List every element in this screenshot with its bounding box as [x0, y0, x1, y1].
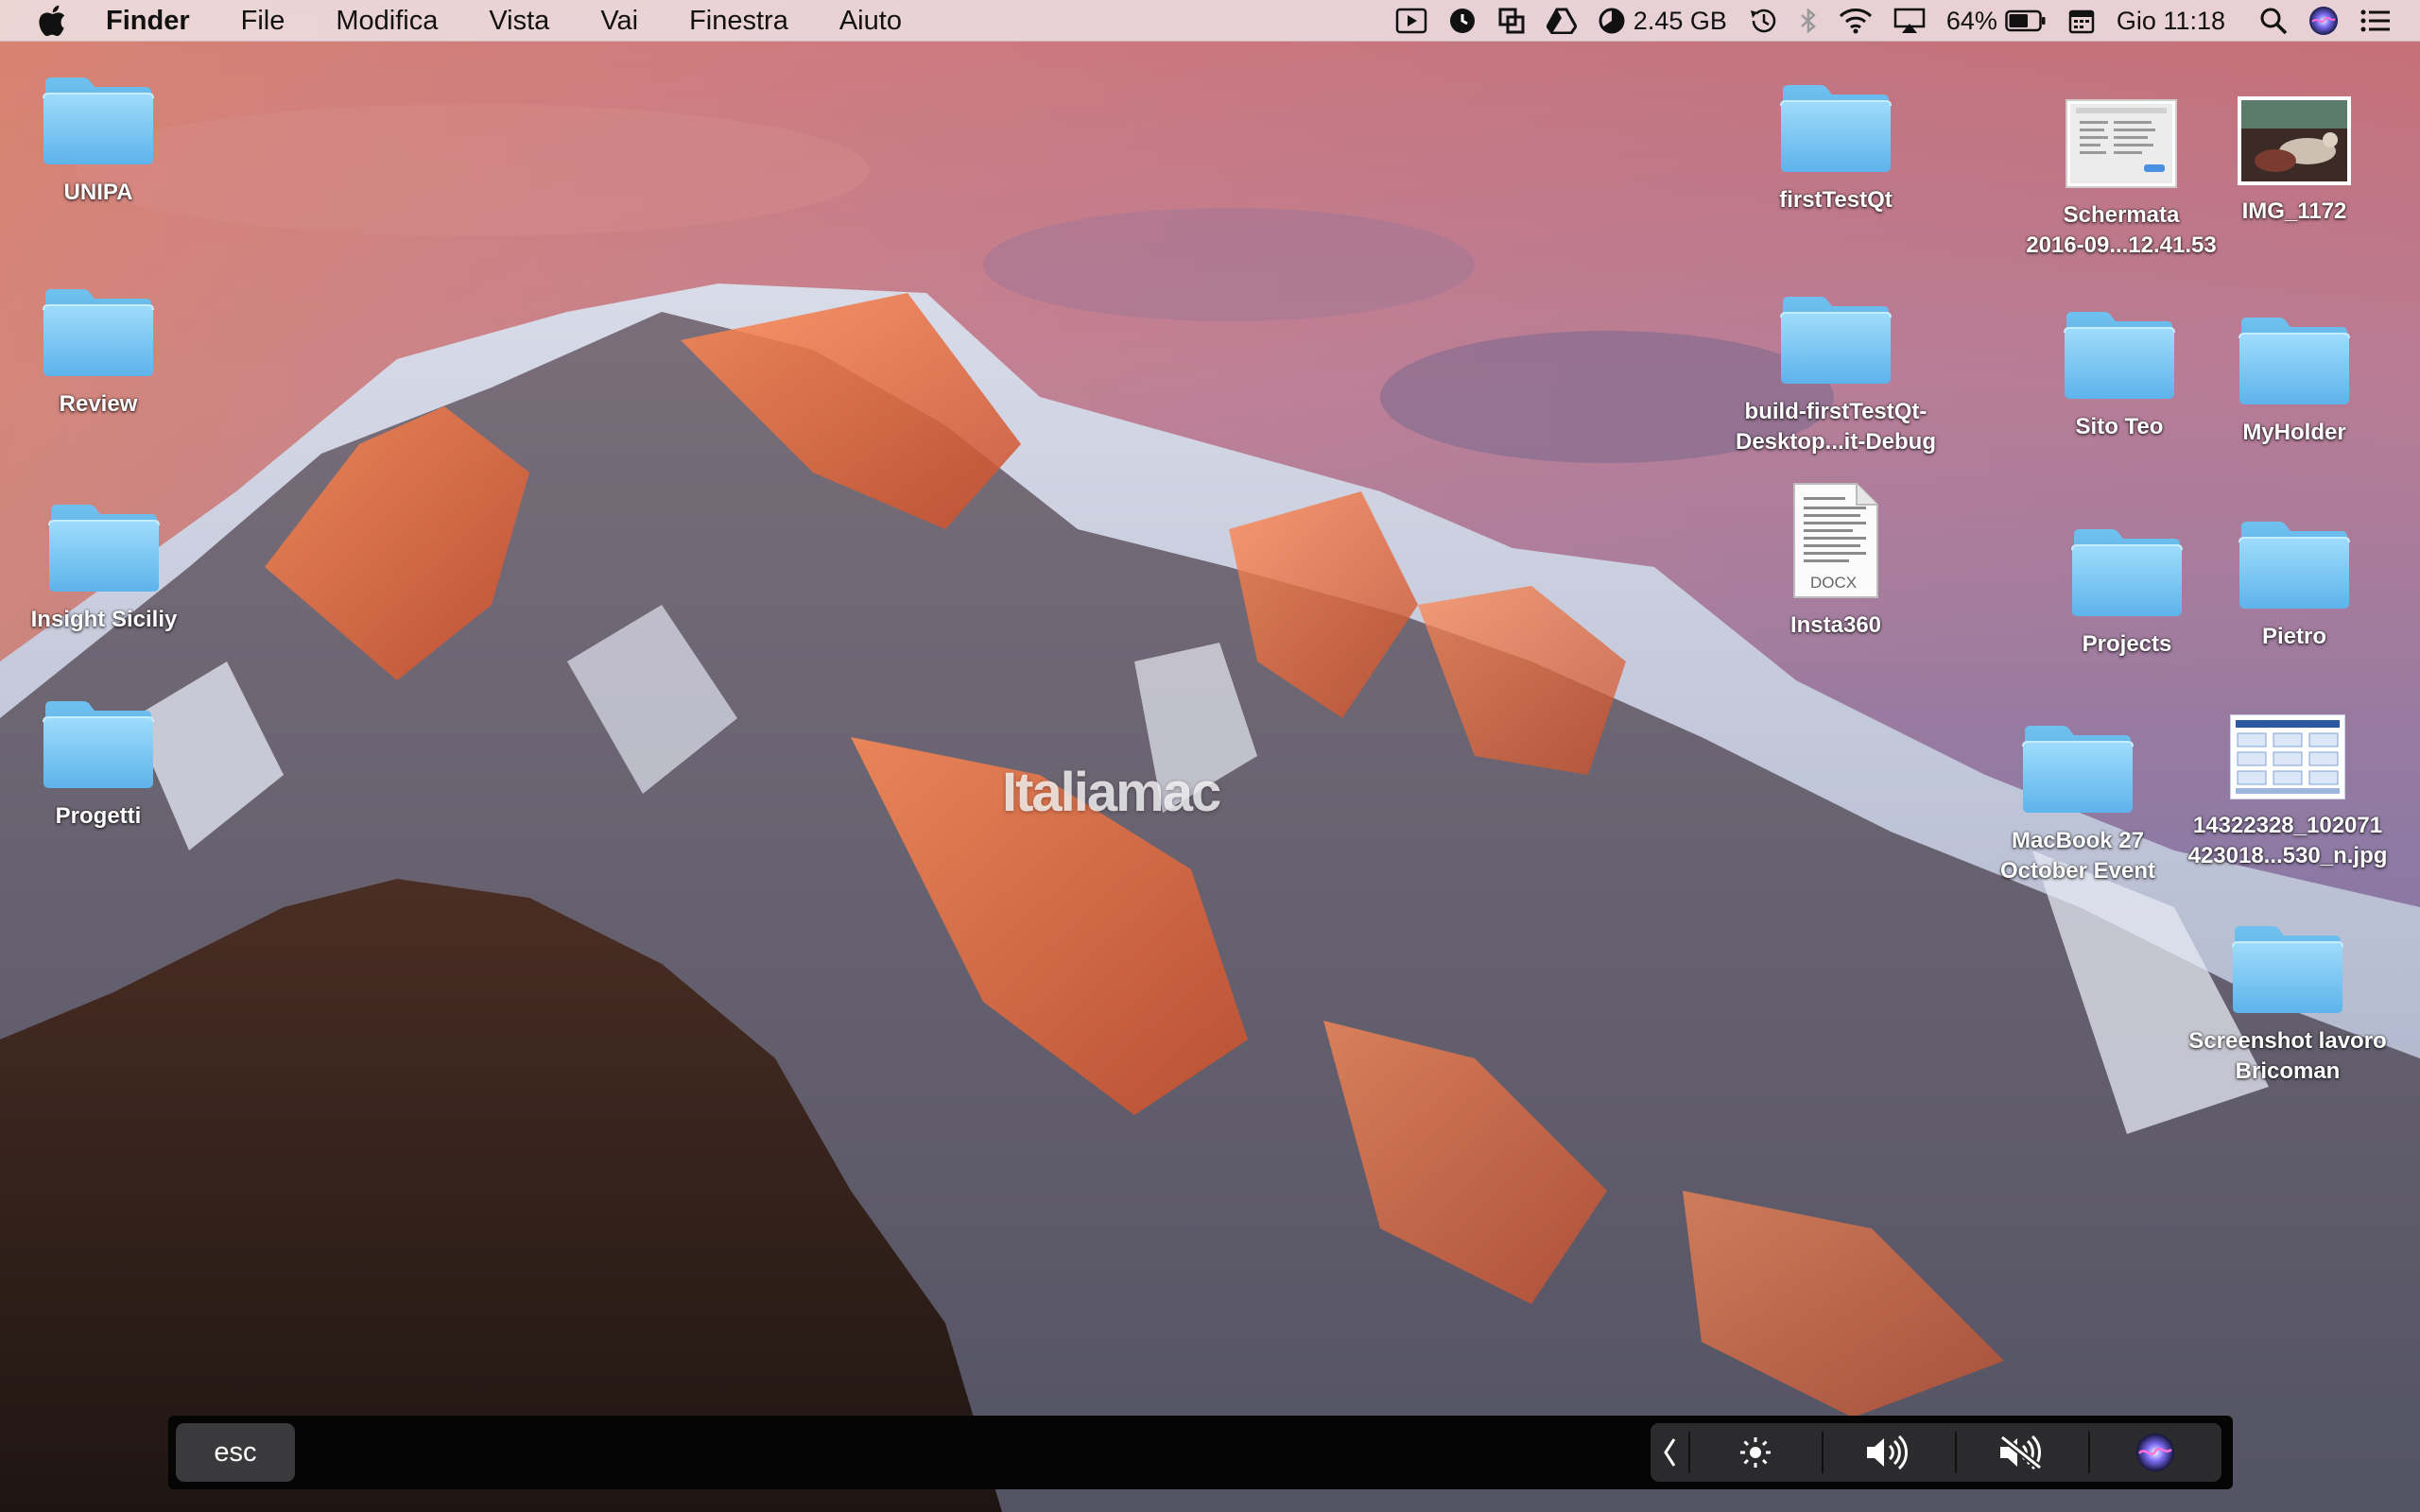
desktop-item-label: Insight Siciliy	[30, 607, 178, 632]
folder-icon	[2232, 925, 2343, 1014]
folder-icon	[48, 504, 160, 593]
desktop-item-label: Insta360	[1789, 612, 1882, 638]
folder-icon	[43, 77, 154, 165]
menu-file[interactable]: File	[216, 0, 311, 42]
desktop-item-label: Pietro	[2261, 624, 2326, 649]
menu-bar-status-area: 2.45 GB 64% Gio 11:18	[1395, 0, 2392, 42]
desktop-file-14322328-jpg[interactable]: 14322328_102071 423018...530_n.jpg	[2184, 699, 2392, 871]
memory-monitor-icon[interactable]: 2.45 GB	[1598, 0, 1727, 42]
video-play-icon[interactable]	[1395, 0, 1427, 42]
desktop-file-img-1172[interactable]: IMG_1172	[2190, 94, 2398, 227]
photo-thumbnail-icon	[2238, 96, 2351, 185]
desktop-folder-screenshot-lavoro-bricoman[interactable]: Screenshot lavoro Bricoman	[2184, 911, 2392, 1087]
folder-icon	[2238, 521, 2350, 610]
folder-icon	[43, 288, 154, 377]
desktop-folder-insight-siciliy[interactable]: Insight Siciliy	[0, 490, 208, 635]
mute-icon[interactable]	[1957, 1423, 2088, 1482]
time-machine-icon[interactable]	[1748, 0, 1778, 42]
wifi-icon[interactable]	[1839, 0, 1873, 42]
volume-icon[interactable]	[1824, 1423, 1955, 1482]
desktop-item-label: firstTestQt	[1779, 187, 1893, 213]
siri-icon[interactable]	[2090, 1423, 2221, 1482]
notification-center-icon[interactable]	[2360, 0, 2392, 42]
esc-key[interactable]: esc	[176, 1423, 295, 1482]
menu-aiuto[interactable]: Aiuto	[814, 0, 927, 42]
folder-icon	[2022, 725, 2134, 814]
folder-icon	[1780, 296, 1892, 385]
label-line-2: Desktop...it-Debug	[1735, 429, 1936, 455]
desktop-item-label: Review	[59, 391, 138, 417]
label-line-1: 14322328_102071	[2192, 813, 2383, 838]
brightness-icon[interactable]	[1690, 1423, 1822, 1482]
menu-vista[interactable]: Vista	[463, 0, 575, 42]
desktop-item-label: build-firstTestQt- Desktop...it-Debug	[1736, 397, 1936, 457]
desktop-item-label: MyHolder	[2242, 420, 2346, 445]
bluetooth-icon[interactable]	[1799, 0, 1818, 42]
desktop-item-label: IMG_1172	[2241, 198, 2347, 224]
menu-finestra[interactable]: Finestra	[664, 0, 814, 42]
desktop-item-label: Progetti	[55, 803, 142, 829]
desktop-item-label: 14322328_102071 423018...530_n.jpg	[2188, 811, 2388, 871]
folder-icon	[43, 700, 154, 789]
battery-indicator[interactable]: 64%	[1946, 0, 2047, 42]
apple-menu-icon[interactable]	[38, 5, 70, 37]
battery-icon	[2005, 9, 2046, 32]
desktop-folder-macbook-27-october-event[interactable]: MacBook 27 October Event	[1974, 711, 2182, 886]
label-line-2: Bricoman	[2235, 1058, 2341, 1084]
label-line-2: October Event	[1999, 858, 2156, 884]
google-drive-icon[interactable]	[1546, 0, 1577, 42]
desktop-item-label: Screenshot lavoro Bricoman	[2188, 1026, 2386, 1087]
label-line-1: MacBook 27	[2011, 828, 2145, 853]
label-line-1: Schermata	[2063, 202, 2180, 228]
desktop-item-label: MacBook 27 October Event	[2000, 826, 2155, 886]
clock-label[interactable]: Gio 11:18	[2117, 0, 2225, 42]
image-thumbnail-icon	[2230, 714, 2345, 799]
airplay-icon[interactable]	[1893, 0, 1926, 42]
desktop-folder-firsttestqt[interactable]: firstTestQt	[1732, 70, 1940, 215]
desktop-item-label: Schermata 2016-09...12.41.53	[2026, 200, 2217, 261]
menu-app-name[interactable]: Finder	[106, 0, 216, 42]
desktop-folder-review[interactable]: Review	[0, 274, 202, 420]
collapse-chevron-icon[interactable]	[1651, 1423, 1688, 1482]
siri-icon[interactable]	[2308, 0, 2339, 42]
menu-modifica[interactable]: Modifica	[310, 0, 463, 42]
memory-usage-label: 2.45 GB	[1633, 6, 1727, 35]
battery-percent-label: 64%	[1945, 6, 1997, 35]
touch-bar: esc	[168, 1416, 2233, 1489]
label-line-1: build-firstTestQt-	[1744, 399, 1927, 424]
desktop-folder-myholder[interactable]: MyHolder	[2190, 302, 2398, 448]
menu-bar-left: Finder File Modifica Vista Vai Finestra …	[0, 0, 927, 41]
label-line-2: 2016-09...12.41.53	[2026, 232, 2217, 258]
label-line-1: Screenshot lavoro	[2188, 1028, 2387, 1054]
control-strip	[1651, 1423, 2221, 1482]
clock-app-icon[interactable]	[1448, 0, 1477, 42]
calendar-icon[interactable]	[2067, 0, 2096, 42]
desktop-folder-build-firsttestqt[interactable]: build-firstTestQt- Desktop...it-Debug	[1732, 282, 1940, 457]
label-line-2: 423018...530_n.jpg	[2187, 843, 2388, 868]
screenshot-tool-icon[interactable]	[1497, 0, 1526, 42]
folder-icon	[2071, 528, 2183, 617]
folder-icon	[2064, 311, 2175, 400]
spotlight-search-icon[interactable]	[2259, 0, 2288, 42]
menu-bar: Finder File Modifica Vista Vai Finestra …	[0, 0, 2420, 42]
desktop-folder-progetti[interactable]: Progetti	[0, 686, 202, 832]
folder-icon	[1780, 84, 1892, 173]
desktop-item-label: Projects	[2082, 631, 2172, 657]
docx-badge: DOCX	[1810, 574, 1858, 592]
desktop-folder-pietro[interactable]: Pietro	[2190, 507, 2398, 652]
desktop-file-insta360[interactable]: Insta360	[1732, 478, 1940, 641]
folder-icon	[2238, 317, 2350, 405]
desktop-item-label: Sito Teo	[2075, 414, 2164, 439]
desktop-item-label: UNIPA	[63, 180, 133, 205]
desktop-folder-unipa[interactable]: UNIPA	[0, 62, 202, 208]
italiamac-watermark: Italiamac	[1002, 762, 1221, 823]
menu-vai[interactable]: Vai	[575, 0, 664, 42]
screenshot-thumbnail-icon	[2066, 99, 2177, 188]
